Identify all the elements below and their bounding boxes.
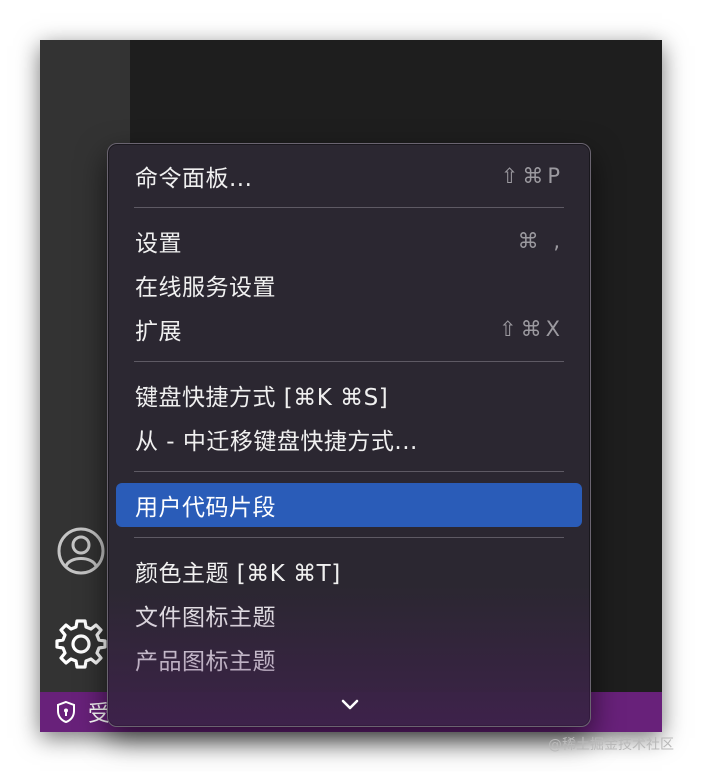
menu-item-label: 在线服务设置 <box>135 275 276 301</box>
menu-item-label: 产品图标主题 <box>135 649 276 675</box>
watermark: @稀土掘金技术社区 <box>548 737 674 753</box>
manage-context-menu: 命令面板... ⇧⌘P 设置 ⌘ , 在线服务设置 扩展 ⇧⌘X 键盘快捷方式 … <box>107 143 591 727</box>
chevron-down-icon[interactable] <box>338 692 362 716</box>
menu-item-shortcut: ⇧⌘X <box>499 317 564 341</box>
menu-item-online-services-settings[interactable]: 在线服务设置 <box>116 263 582 307</box>
menu-item-settings[interactable]: 设置 ⌘ , <box>116 219 582 263</box>
account-icon[interactable] <box>54 524 108 578</box>
menu-item-label: 键盘快捷方式 [⌘K ⌘S] <box>135 385 389 411</box>
menu-item-command-palette[interactable]: 命令面板... ⇧⌘P <box>116 154 582 198</box>
menu-item-color-theme[interactable]: 颜色主题 [⌘K ⌘T] <box>116 549 582 593</box>
menu-item-extensions[interactable]: 扩展 ⇧⌘X <box>116 307 582 351</box>
menu-item-label: 用户代码片段 <box>135 495 276 521</box>
menu-separator <box>134 471 564 472</box>
menu-item-file-icon-theme[interactable]: 文件图标主题 <box>116 593 582 637</box>
menu-item-keyboard-shortcuts[interactable]: 键盘快捷方式 [⌘K ⌘S] <box>116 373 582 417</box>
menu-item-label: 颜色主题 [⌘K ⌘T] <box>135 561 341 587</box>
menu-separator <box>134 537 564 538</box>
menu-item-label: 扩展 <box>135 319 182 345</box>
menu-item-label: 从 - 中迁移键盘快捷方式... <box>135 429 418 455</box>
menu-item-label: 文件图标主题 <box>135 605 276 631</box>
menu-item-product-icon-theme[interactable]: 产品图标主题 <box>116 637 582 681</box>
menu-item-migrate-keyboard-shortcuts[interactable]: 从 - 中迁移键盘快捷方式... <box>116 417 582 461</box>
menu-item-shortcut: ⌘ , <box>517 229 564 253</box>
shield-icon <box>57 700 75 724</box>
menu-item-label: 命令面板... <box>135 166 253 192</box>
menu-separator <box>134 361 564 362</box>
gear-icon[interactable] <box>54 616 108 670</box>
menu-item-shortcut: ⇧⌘P <box>500 164 564 188</box>
menu-item-user-snippets[interactable]: 用户代码片段 <box>116 483 582 527</box>
menu-separator <box>134 207 564 208</box>
status-item[interactable]: 受 <box>54 700 110 727</box>
menu-item-label: 设置 <box>135 231 182 257</box>
